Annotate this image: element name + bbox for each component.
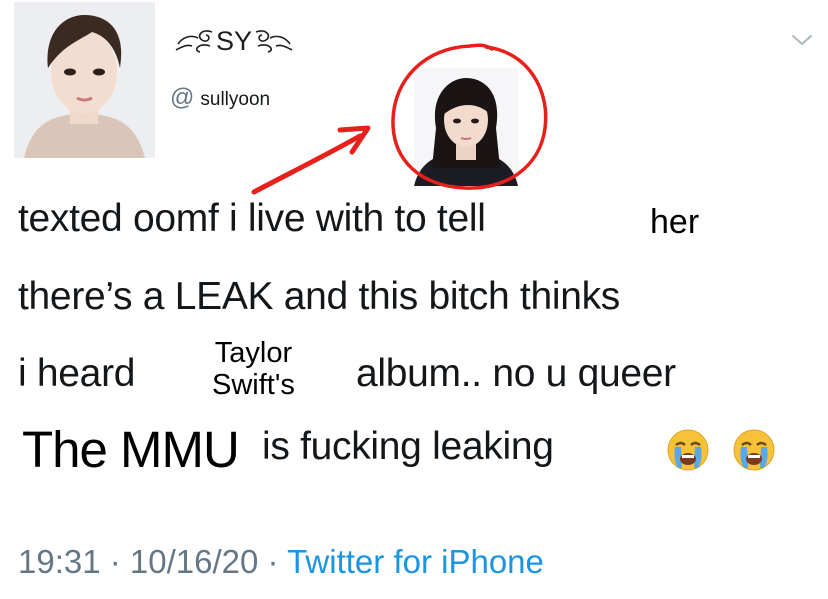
handle-text: sullyoon (200, 89, 271, 110)
at-symbol: @ (170, 84, 195, 111)
pasted-portrait-photo (414, 68, 518, 186)
user-handle[interactable]: @ sullyoon (170, 84, 270, 112)
chevron-down-icon[interactable] (790, 30, 814, 50)
tweet-timestamp[interactable]: 19:31 · 10/16/20 · (18, 543, 287, 580)
left-flourish-icon (175, 30, 213, 53)
right-flourish-icon (255, 30, 293, 53)
loudly-crying-face-icon (666, 428, 710, 472)
tweet-text-line-1: texted oomf i live with to tell (18, 197, 486, 240)
tweet-text-line-4: is fucking leaking (262, 425, 554, 468)
tweet-meta: 19:31 · 10/16/20 · Twitter for iPhone (18, 543, 544, 581)
red-arrow-shaft (251, 133, 363, 195)
overlay-taylor-line-2: Swift's (212, 369, 295, 401)
loudly-crying-face-icon (732, 428, 776, 472)
overlay-text-her: her (650, 203, 700, 241)
profile-avatar[interactable] (14, 2, 155, 158)
tweet-text-line-3-start: i heard (18, 352, 136, 395)
overlay-text-the-mmu: The MMU (22, 421, 240, 478)
overlay-text-taylor-swift: Taylor Swift's (212, 337, 295, 401)
overlay-taylor-line-1: Taylor (214, 337, 293, 369)
tweet-text-line-3-end: album.. no u queer (356, 352, 676, 395)
tweet-source-link[interactable]: Twitter for iPhone (287, 543, 544, 580)
display-name[interactable]: SY (172, 26, 296, 57)
display-name-text: SY (216, 26, 253, 56)
red-arrow-head (337, 125, 371, 155)
tweet-text-line-2: there’s a LEAK and this bitch thinks (18, 275, 621, 318)
